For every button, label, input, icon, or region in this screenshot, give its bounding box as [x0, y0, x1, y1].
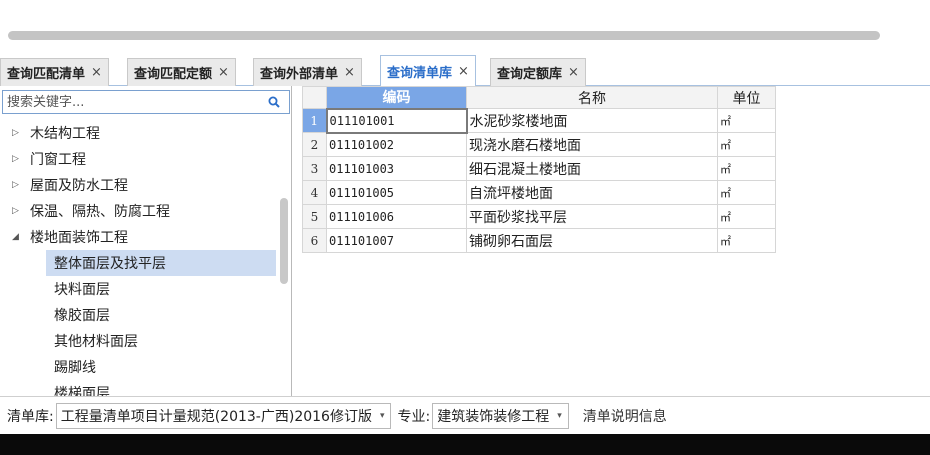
tree-node[interactable]: ▷ 木结构工程: [0, 120, 278, 146]
tab-query-quota-library[interactable]: 查询定额库 ×: [490, 58, 586, 86]
row-index: 6: [302, 228, 327, 253]
cell-name[interactable]: 铺砌卵石面层: [466, 228, 718, 253]
tree-node-label: 保温、隔热、防腐工程: [30, 204, 170, 220]
expand-arrow-icon[interactable]: ▷: [12, 128, 24, 138]
table-row[interactable]: 1 011101001 水泥砂浆楼地面 ㎡: [302, 107, 776, 134]
row-index: 3: [302, 156, 327, 181]
cell-name[interactable]: 现浇水磨石楼地面: [466, 132, 718, 157]
cell-code[interactable]: 011101007: [326, 228, 467, 253]
chevron-down-icon[interactable]: ▾: [380, 411, 385, 421]
results-table: 编码 名称 单位 1 011101001 水泥砂浆楼地面 ㎡ 2 0111010…: [302, 86, 776, 253]
tab-label: 查询匹配清单: [7, 67, 86, 82]
cell-unit[interactable]: ㎡: [717, 180, 776, 205]
category-tree: ▷ 木结构工程 ▷ 门窗工程 ▷ 屋面及防水工程 ▷ 保温、隔热、防腐工程 ◢ …: [0, 120, 278, 396]
cell-name[interactable]: 自流坪楼地面: [466, 180, 718, 205]
table-row[interactable]: 5 011101006 平面砂浆找平层 ㎡: [302, 204, 776, 229]
table-row[interactable]: 3 011101003 细石混凝土楼地面 ㎡: [302, 156, 776, 181]
tree-leaf[interactable]: 踢脚线: [0, 354, 278, 380]
tab-query-match-quota[interactable]: 查询匹配定额 ×: [127, 58, 236, 86]
footer-bar: [0, 434, 930, 455]
list-description-info[interactable]: 清单说明信息: [583, 406, 667, 426]
row-index: 4: [302, 180, 327, 205]
profession-value: 建筑装饰装修工程: [437, 408, 550, 425]
category-panel: ▷ 木结构工程 ▷ 门窗工程 ▷ 屋面及防水工程 ▷ 保温、隔热、防腐工程 ◢ …: [0, 86, 292, 396]
expand-arrow-icon[interactable]: ▷: [12, 154, 24, 164]
cell-name[interactable]: 水泥砂浆楼地面: [466, 108, 718, 133]
cell-unit[interactable]: ㎡: [717, 204, 776, 229]
row-index: 5: [302, 204, 327, 229]
cell-name[interactable]: 平面砂浆找平层: [466, 204, 718, 229]
tree-node-label: 屋面及防水工程: [30, 178, 128, 194]
search-box: [2, 90, 290, 114]
search-icon[interactable]: [268, 96, 280, 108]
vertical-scrollbar[interactable]: [280, 198, 288, 284]
close-icon[interactable]: ×: [91, 65, 102, 80]
tree-node-label: 木结构工程: [30, 126, 100, 142]
table-row[interactable]: 4 011101005 自流坪楼地面 ㎡: [302, 180, 776, 205]
tab-strip: 查询匹配清单 × 查询匹配定额 × 查询外部清单 × 查询清单库 × 查询定额库…: [0, 52, 930, 87]
table-row[interactable]: 2 011101002 现浇水磨石楼地面 ㎡: [302, 132, 776, 157]
expand-arrow-icon[interactable]: ▷: [12, 180, 24, 190]
tree-node-label: 门窗工程: [30, 152, 86, 168]
row-index: 1: [302, 108, 327, 133]
horizontal-scrollbar[interactable]: [8, 31, 880, 40]
column-header-code[interactable]: 编码: [326, 86, 467, 109]
cell-unit[interactable]: ㎡: [717, 156, 776, 181]
table-header-row: 编码 名称 单位: [302, 86, 776, 109]
tree-node-label: 楼地面装饰工程: [30, 230, 128, 246]
library-value: 工程量清单项目计量规范(2013-广西)2016修订版: [60, 408, 372, 425]
close-icon[interactable]: ×: [218, 65, 229, 80]
chevron-down-icon[interactable]: ▾: [557, 411, 562, 421]
corner-cell[interactable]: [302, 86, 327, 109]
cell-code[interactable]: 011101005: [326, 180, 467, 205]
tree-leaf[interactable]: 其他材料面层: [0, 328, 278, 354]
tree-node[interactable]: ◢ 楼地面装饰工程: [0, 224, 278, 250]
cell-unit[interactable]: ㎡: [717, 228, 776, 253]
cell-unit[interactable]: ㎡: [717, 132, 776, 157]
tree-leaf[interactable]: 橡胶面层: [0, 302, 278, 328]
row-index: 2: [302, 132, 327, 157]
tab-query-external-list[interactable]: 查询外部清单 ×: [253, 58, 362, 86]
tab-query-list-library[interactable]: 查询清单库 ×: [380, 55, 476, 87]
search-input[interactable]: [3, 91, 261, 113]
cell-code[interactable]: 011101003: [326, 156, 467, 181]
expand-arrow-icon[interactable]: ▷: [12, 206, 24, 216]
top-area: [0, 0, 930, 52]
table-row[interactable]: 6 011101007 铺砌卵石面层 ㎡: [302, 228, 776, 253]
tree-node[interactable]: ▷ 保温、隔热、防腐工程: [0, 198, 278, 224]
bottom-toolbar: 清单库: 工程量清单项目计量规范(2013-广西)2016修订版 ▾ 专业: 建…: [0, 396, 930, 434]
profession-label: 专业:: [397, 408, 431, 425]
tab-label: 查询定额库: [497, 67, 563, 82]
collapse-arrow-icon[interactable]: ◢: [12, 232, 24, 242]
cell-code[interactable]: 011101001: [325, 107, 468, 134]
cell-name[interactable]: 细石混凝土楼地面: [466, 156, 718, 181]
tab-query-match-list[interactable]: 查询匹配清单 ×: [0, 58, 109, 86]
tab-label: 查询匹配定额: [134, 67, 213, 82]
tab-label: 查询外部清单: [260, 67, 339, 82]
tab-label: 查询清单库: [387, 66, 453, 81]
column-header-unit[interactable]: 单位: [717, 86, 776, 109]
column-header-name[interactable]: 名称: [466, 86, 718, 109]
close-icon[interactable]: ×: [344, 65, 355, 80]
tree-leaf[interactable]: 块料面层: [0, 276, 278, 302]
cell-code[interactable]: 011101002: [326, 132, 467, 157]
cell-code[interactable]: 011101006: [326, 204, 467, 229]
cell-unit[interactable]: ㎡: [717, 108, 776, 133]
tree-leaf[interactable]: 楼梯面层: [0, 380, 278, 396]
tree-node-selected[interactable]: 整体面层及找平层: [46, 250, 276, 276]
tree-node[interactable]: ▷ 屋面及防水工程: [0, 172, 278, 198]
profession-select[interactable]: 建筑装饰装修工程 ▾: [432, 402, 569, 429]
close-icon[interactable]: ×: [458, 64, 469, 79]
close-icon[interactable]: ×: [568, 65, 579, 80]
library-select[interactable]: 工程量清单项目计量规范(2013-广西)2016修订版 ▾: [55, 402, 392, 429]
library-label: 清单库:: [7, 408, 54, 425]
tree-node[interactable]: ▷ 门窗工程: [0, 146, 278, 172]
